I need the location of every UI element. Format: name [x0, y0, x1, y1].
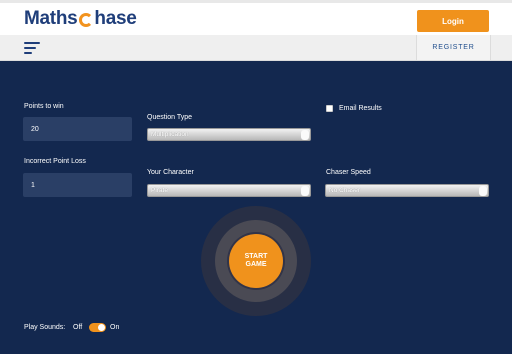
points-to-win-input[interactable]: 20 [23, 117, 132, 141]
register-link[interactable]: REGISTER [432, 44, 474, 51]
your-character-select[interactable]: Pirate [147, 184, 311, 197]
chaser-speed-value: No Chaser [329, 187, 361, 194]
question-type-select[interactable]: Multiplication [147, 128, 311, 141]
chaser-speed-label: Chaser Speed [326, 169, 371, 176]
dropdown-arrow-icon [301, 130, 309, 140]
your-character-label: Your Character [147, 169, 194, 176]
hamburger-menu-icon[interactable] [24, 42, 40, 54]
start-game-line-2: GAME [245, 261, 267, 268]
logo-text-maths: Maths [24, 8, 78, 29]
email-results-label: Email Results [339, 105, 382, 112]
email-results-checkbox[interactable] [326, 105, 333, 112]
question-type-label: Question Type [147, 114, 193, 121]
points-to-win-label: Points to win [24, 103, 64, 110]
chaser-speed-select[interactable]: No Chaser [325, 184, 489, 197]
start-game-line-1: START [244, 253, 268, 260]
register-tab[interactable]: REGISTER [416, 35, 491, 60]
dropdown-arrow-icon [479, 186, 487, 196]
incorrect-point-loss-input[interactable]: 1 [23, 173, 132, 197]
question-type-value: Multiplication [151, 131, 189, 138]
toggle-knob [98, 324, 105, 331]
your-character-value: Pirate [151, 187, 168, 194]
login-button[interactable]: Login [417, 10, 489, 32]
site-header: Maths hase Login [0, 0, 512, 35]
sounds-on-label: On [110, 324, 120, 331]
play-sounds-toggle[interactable] [89, 323, 106, 332]
dropdown-arrow-icon [301, 186, 309, 196]
logo-text-hase: hase [94, 8, 137, 29]
start-game-button[interactable]: START GAME [229, 234, 283, 288]
nav-bar: REGISTER [0, 35, 512, 61]
incorrect-point-loss-label: Incorrect Point Loss [24, 158, 86, 165]
sounds-off-label: Off [73, 324, 83, 331]
play-sounds-label: Play Sounds: [24, 324, 66, 331]
logo-c-icon [79, 13, 94, 27]
maths-chase-logo[interactable]: Maths hase [24, 8, 137, 30]
